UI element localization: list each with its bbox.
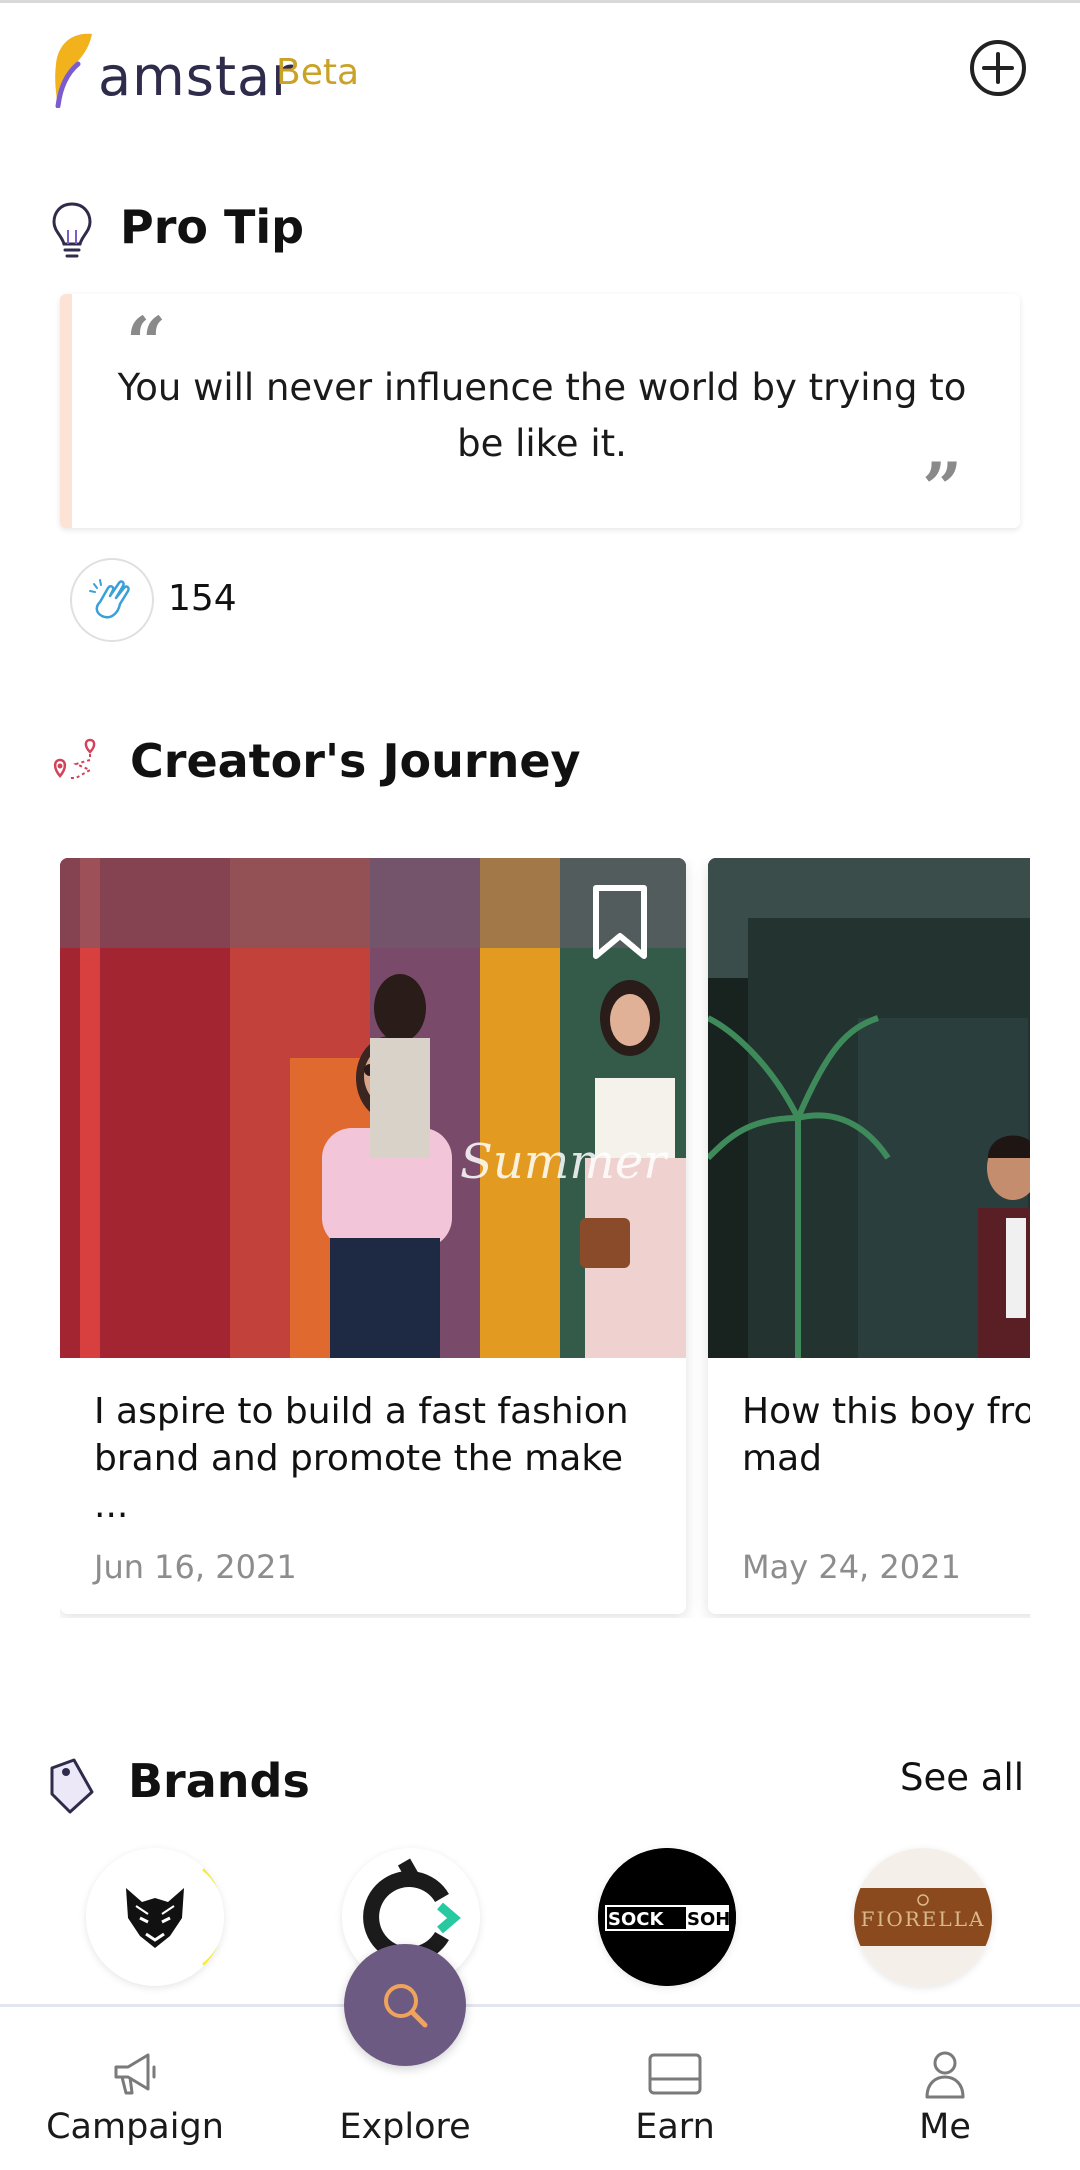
plus-circle-icon xyxy=(970,40,1026,96)
nav-explore-label: Explore xyxy=(339,2107,471,2147)
lightbulb-icon xyxy=(50,200,94,265)
journey-carousel[interactable]: Summer I aspire to build a fast fashion … xyxy=(60,858,1030,1618)
person-icon xyxy=(918,2049,972,2099)
nav-campaign-label: Campaign xyxy=(46,2107,224,2147)
journey-card[interactable]: Summer I aspire to build a fast fashion … xyxy=(60,858,686,1614)
nav-earn-label: Earn xyxy=(635,2107,715,2147)
journey-card-title: I aspire to build a fast fashion brand a… xyxy=(94,1391,629,1526)
journey-card-date: Jun 16, 2021 xyxy=(94,1548,297,1586)
nav-me[interactable]: Me xyxy=(810,2007,1080,2170)
brand-logo[interactable] xyxy=(86,1848,224,1986)
add-button[interactable] xyxy=(968,38,1028,98)
journey-card-image xyxy=(708,858,1030,1358)
journey-card-title: How this boy fro class family mad xyxy=(742,1391,1030,1479)
app-logo: amstar xyxy=(52,28,295,109)
clap-count: 154 xyxy=(168,578,237,619)
route-icon xyxy=(50,736,102,793)
fiorella-logo-icon: FIORELLA xyxy=(854,1848,992,1986)
pro-tip-title: Pro Tip xyxy=(120,200,305,254)
card-icon xyxy=(648,2049,702,2099)
creators-journey-title: Creator's Journey xyxy=(130,734,581,788)
explore-button[interactable] xyxy=(344,1944,466,2066)
clap-button[interactable] xyxy=(70,558,154,642)
beta-badge: Beta xyxy=(276,52,360,93)
see-all-link[interactable]: See all xyxy=(900,1756,1024,1799)
search-icon xyxy=(384,1984,428,2028)
svg-text:FIORELLA: FIORELLA xyxy=(861,1907,986,1931)
bottom-navigation: Campaign Explore Earn Me xyxy=(0,2004,1080,2170)
logo-mark-icon xyxy=(52,30,96,109)
brands-title: Brands xyxy=(128,1754,310,1808)
bookmark-button[interactable] xyxy=(590,884,650,960)
socksoho-logo-icon: SOCK SOHO xyxy=(598,1848,736,1986)
quote-close-icon: ” xyxy=(922,447,963,530)
app-header: amstar Beta xyxy=(0,0,1080,140)
pro-tip-card: “ You will never influence the world by … xyxy=(60,294,1020,528)
pro-tip-quote: You will never influence the world by tr… xyxy=(117,366,967,465)
svg-text:Summer: Summer xyxy=(460,1134,669,1190)
bookmark-icon xyxy=(593,885,647,959)
svg-text:SOHO: SOHO xyxy=(687,1909,736,1930)
nav-me-label: Me xyxy=(919,2107,971,2147)
brand-logo[interactable]: FIORELLA xyxy=(854,1848,992,1986)
wolf-logo-icon xyxy=(86,1848,224,1986)
clap-icon xyxy=(89,579,130,619)
tag-icon xyxy=(44,1756,100,1821)
megaphone-icon xyxy=(108,2049,162,2099)
brand-logo[interactable]: SOCK SOHO xyxy=(598,1848,736,1986)
nav-earn[interactable]: Earn xyxy=(540,2007,810,2170)
svg-text:SOCK: SOCK xyxy=(608,1909,664,1930)
journey-card-date: May 24, 2021 xyxy=(742,1548,961,1586)
logo-text: amstar xyxy=(98,45,295,108)
journey-card[interactable]: How this boy fro class family mad May 24… xyxy=(708,858,1030,1614)
nav-campaign[interactable]: Campaign xyxy=(0,2007,270,2170)
